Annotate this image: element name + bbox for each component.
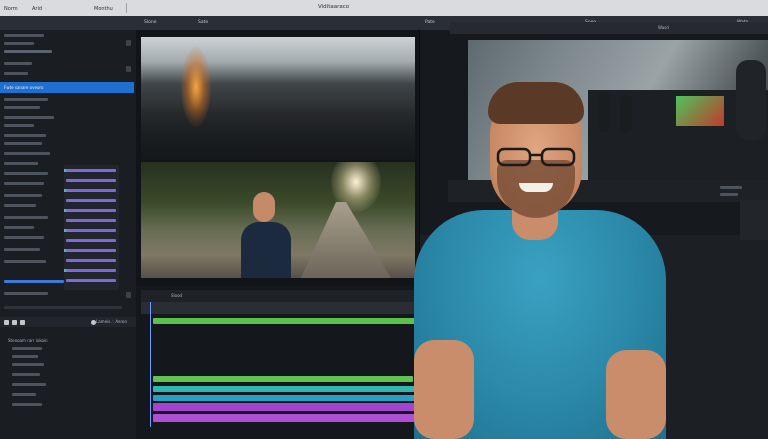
panel-line (12, 355, 38, 358)
clip-bar[interactable] (66, 219, 116, 222)
effects-panel: Stenoam rarr iokoin (0, 335, 136, 439)
studio-figure (598, 92, 610, 132)
clip-bar[interactable] (66, 229, 116, 232)
panel-line (4, 142, 42, 145)
menu-item-arid[interactable]: Arid (32, 6, 42, 12)
tool-icon[interactable] (20, 320, 25, 325)
panel-line (4, 248, 40, 251)
person-small (241, 222, 291, 278)
clip-bar[interactable] (66, 179, 116, 182)
road (301, 202, 391, 278)
control-line (720, 193, 738, 196)
panel-line (4, 98, 48, 101)
panel-line (4, 194, 42, 197)
studio-figure (620, 95, 632, 133)
monitor-header-label: Wasd (658, 25, 669, 30)
control-line (720, 186, 742, 189)
menu-item-monthu[interactable]: Monthu (94, 6, 113, 12)
preview-frame-top (141, 37, 415, 160)
panel-line (4, 34, 44, 37)
panel-line (12, 373, 40, 376)
studio-screen (676, 96, 724, 126)
panel-line (4, 236, 44, 239)
clip-list (64, 165, 119, 290)
panel-line (4, 280, 64, 283)
selected-item-label: Fwte sanare oveoro (4, 85, 44, 90)
panel-line (12, 347, 42, 350)
person-small-head (253, 192, 275, 222)
panel-line (12, 403, 42, 406)
scroll-handle[interactable] (126, 40, 131, 46)
clip-bar[interactable] (66, 279, 116, 282)
timeline-track-teal[interactable] (153, 386, 415, 392)
toolbar-item-3[interactable]: Pate (425, 20, 435, 25)
panel-line (4, 134, 46, 137)
panel-line (12, 383, 46, 386)
tool-row: Lameis ∴ Aeron (0, 317, 136, 327)
effects-heading: Stenoam rarr iokoin (8, 338, 48, 343)
panel-line (4, 62, 32, 65)
menubar-divider (126, 3, 127, 13)
panel-line (4, 116, 54, 119)
clip-bar[interactable] (66, 259, 116, 262)
panel-line (4, 216, 48, 219)
panel-line (4, 124, 34, 127)
panel-line (4, 50, 52, 53)
panel-line (4, 226, 34, 229)
panel-line (4, 182, 44, 185)
ruler-label: Slood (171, 293, 183, 298)
panel-line (4, 172, 48, 175)
panel-line (12, 393, 36, 396)
panel-line (4, 292, 48, 295)
scroll-handle[interactable] (126, 66, 131, 72)
clip-bar[interactable] (66, 189, 116, 192)
app-title: Viditaaraco (318, 4, 350, 10)
scroll-handle[interactable] (126, 292, 131, 298)
side-control-strip (740, 200, 768, 240)
panel-line (4, 204, 36, 207)
panel-footer-label: Lameis ∴ Aeron (96, 319, 127, 324)
monitor-header: Wasd (450, 22, 768, 34)
playhead[interactable] (150, 302, 151, 427)
timeline-track-purple[interactable] (153, 403, 415, 411)
tool-icon[interactable] (4, 320, 9, 325)
clip-bar[interactable] (66, 249, 116, 252)
panel-line (4, 42, 34, 45)
preview-frame-bottom (141, 162, 415, 278)
panel-line (4, 106, 40, 109)
studio-figure (736, 60, 766, 140)
panel-line (4, 162, 38, 165)
frame-shadow (141, 107, 415, 160)
panel-line (4, 306, 122, 309)
menu-item-norm[interactable]: Norm (4, 6, 18, 12)
person-arm-left (414, 340, 474, 439)
tool-icon[interactable] (12, 320, 17, 325)
timeline-header-row (141, 302, 417, 314)
person-hair (488, 82, 584, 124)
panel-line (4, 152, 50, 155)
selected-item[interactable]: Fwte sanare oveoro (0, 82, 134, 93)
timeline-track-purple[interactable] (153, 414, 415, 422)
panel-line (4, 260, 46, 263)
panel-line (4, 72, 28, 75)
clip-bar[interactable] (66, 169, 116, 172)
timeline-ruler: Slood (141, 290, 417, 302)
toolbar-item-2[interactable]: Sate (198, 20, 208, 25)
toolbar-item-1[interactable]: Slone (144, 20, 156, 25)
clip-bar[interactable] (66, 239, 116, 242)
clip-bar[interactable] (66, 199, 116, 202)
person-smile (519, 183, 553, 192)
clip-bar[interactable] (66, 269, 116, 272)
glasses-icon (496, 147, 576, 167)
timeline-track-green[interactable] (153, 376, 413, 382)
panel-line (12, 363, 44, 366)
timeline-track-green[interactable] (153, 318, 415, 324)
clip-bar[interactable] (66, 209, 116, 212)
person-arm-right (606, 350, 666, 439)
timeline-track-blue[interactable] (153, 395, 415, 401)
